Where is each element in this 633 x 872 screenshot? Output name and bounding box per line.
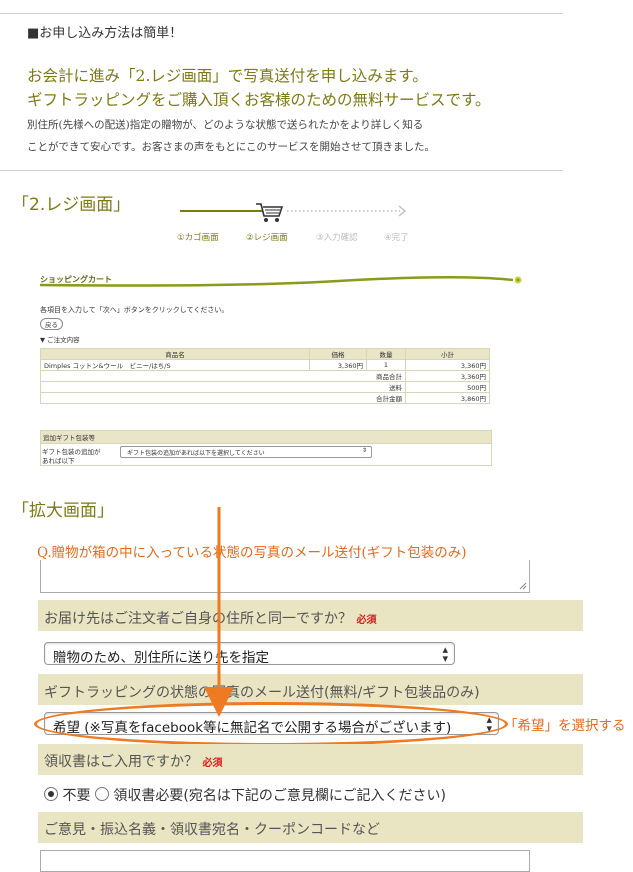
- total-label: 合計金額: [40, 392, 406, 404]
- cart-title-underline: [39, 275, 522, 287]
- total-row: 商品合計 3,360円: [40, 370, 490, 382]
- cart-icon: [256, 203, 284, 222]
- comment-label: ご意見・振込名義・領収書宛名・クーポンコードなど: [44, 822, 380, 838]
- row-price: 3,360円: [309, 359, 367, 371]
- col-price: 価格: [309, 348, 367, 360]
- select-arrows-icon: ⇕: [361, 447, 367, 454]
- gift-select-text: ギフト包装の追加があれば以下を選択してください: [127, 450, 265, 457]
- gift-select[interactable]: ギフト包装の追加があれば以下を選択してください ⇕: [120, 446, 372, 458]
- intro-lead-1: お会計に進み「2.レジ画面」で写真送付を申し込みます。: [27, 67, 428, 85]
- intro-body-2: ことができて安心です。お客さまの声をもとにこのサービスを開始させて頂きました。: [27, 141, 436, 153]
- callout-text: 「希望」を選択する: [504, 718, 626, 734]
- row-subtotal: 3,360円: [405, 359, 490, 371]
- radio-not-needed[interactable]: [44, 787, 58, 801]
- reji-section-title: 「2.レジ画面」: [12, 195, 131, 215]
- radio-dot: [48, 791, 54, 797]
- radio-receipt-needed-label: 領収書必要(宛名は下記のご意見欄にご記入ください): [113, 788, 447, 804]
- progress-track: [180, 205, 406, 217]
- receipt-label: 領収書はご入用ですか？: [44, 754, 198, 770]
- address-select[interactable]: 贈物のため、別住所に送り先を指定 ▴ ▾: [44, 642, 455, 666]
- zoom-section-title: 「拡大画面」: [12, 501, 114, 521]
- total-row: 送料 500円: [40, 381, 490, 393]
- photo-label: ギフトラッピングの状態の写真のメール送付(無料/ギフト包装品のみ): [44, 685, 480, 701]
- step-3: ③入力確認: [316, 233, 358, 243]
- intro-lead-2: ギフトラッピングをご購入頂くお客様のための無料サービスです。: [27, 91, 491, 109]
- radio-receipt-needed[interactable]: [94, 787, 109, 801]
- gift-heading: 追加ギフト包装等: [43, 434, 95, 442]
- total-value: 3,860円: [405, 392, 490, 404]
- select-arrows-icon: ▴ ▾: [442, 643, 448, 665]
- required-badge: 必須: [202, 758, 223, 769]
- highlight-ellipse: [34, 702, 508, 746]
- order-heading: ▼ ご注文内容: [40, 336, 80, 344]
- table-row: Dimples コットン&ウール ビニー/はち/S 3,360円 1 3,360…: [40, 359, 490, 371]
- back-button[interactable]: 戻る: [40, 318, 63, 330]
- total-label: 商品合計: [40, 370, 406, 382]
- step-2: ②レジ画面: [246, 233, 288, 243]
- order-table: 商品名 価格 数量 小計 Dimples コットン&ウール ビニー/はち/S 3…: [40, 348, 490, 404]
- total-row: 合計金額 3,860円: [40, 392, 490, 404]
- step-4: ④完了: [384, 233, 409, 243]
- intro-heading: ■お申し込み方法は簡単！: [27, 26, 183, 41]
- divider-top: [0, 13, 563, 14]
- col-product: 商品名: [40, 348, 310, 360]
- previous-textarea[interactable]: [40, 560, 530, 593]
- comment-textarea[interactable]: [40, 850, 530, 872]
- same-address-label: お届け先はご注文者ご自身の住所と同一ですか？: [44, 611, 352, 627]
- intro-body-1: 別住所(先様への配送)指定の贈物が、どのような状態で送られたかをより詳しく知る: [27, 119, 424, 131]
- radio-not-needed-label: 不要: [62, 788, 91, 804]
- step-1: ①カゴ画面: [177, 233, 219, 243]
- col-subtotal: 小計: [405, 348, 490, 360]
- total-label: 送料: [40, 381, 406, 393]
- gift-label-2: あれば以下: [42, 457, 75, 465]
- resize-handle-icon: [519, 582, 527, 590]
- question-text: Q.贈物が箱の中に入っている状態の写真のメール送付(ギフト包装のみ): [37, 545, 467, 561]
- col-qty: 数量: [366, 348, 406, 360]
- required-badge: 必須: [356, 615, 377, 626]
- gift-heading-bar: [40, 430, 492, 444]
- arrow-down-icon: [204, 507, 234, 717]
- cart-instruction: 各項目を入力して「次へ」ボタンをクリックしてください。: [40, 306, 229, 314]
- row-qty: 1: [366, 359, 406, 371]
- row-product: Dimples コットン&ウール ビニー/はち/S: [40, 359, 310, 371]
- total-value: 500円: [405, 381, 490, 393]
- divider-middle: [0, 170, 563, 171]
- total-value: 3,360円: [405, 370, 490, 382]
